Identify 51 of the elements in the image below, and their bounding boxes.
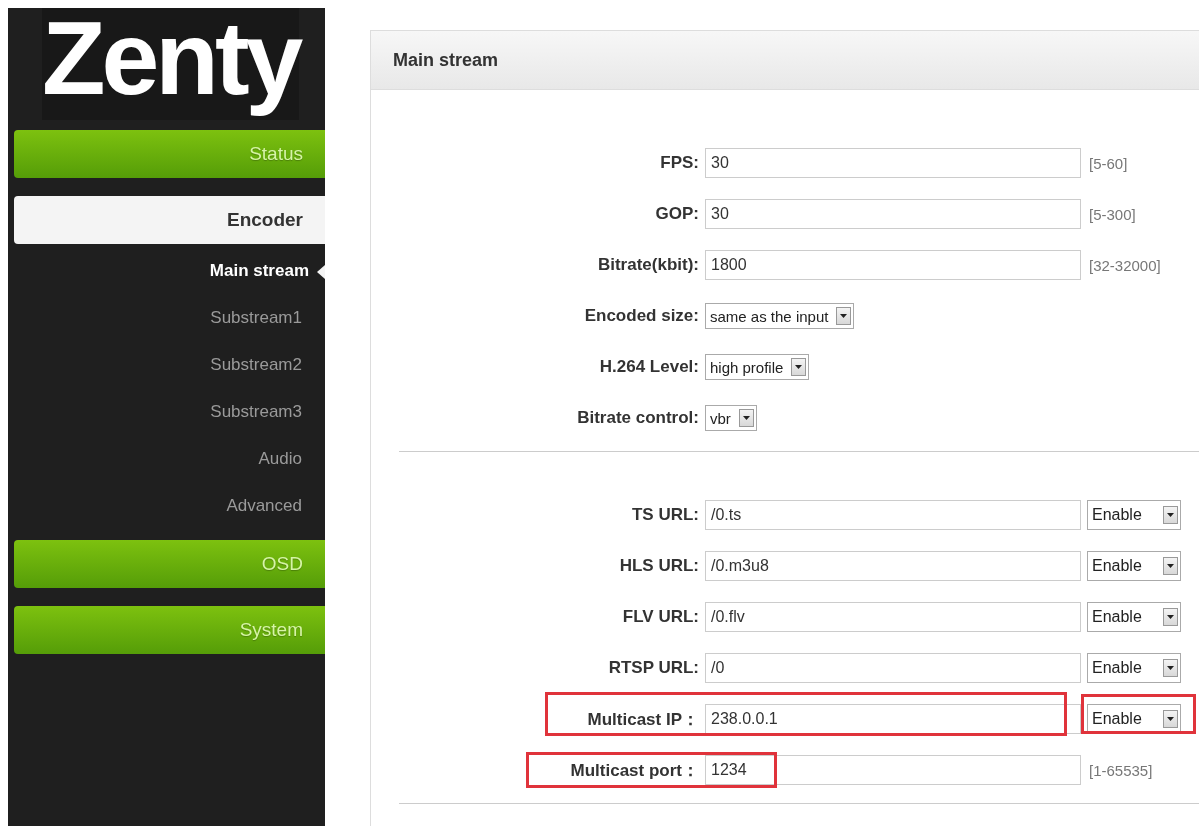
dropdown[interactable]: high profile — [705, 354, 810, 380]
dropdown[interactable]: Enable — [1087, 551, 1181, 581]
dropdown[interactable]: same as the input — [705, 303, 855, 329]
input-field[interactable]: 238.0.0.1 — [705, 704, 1081, 734]
caret-icon — [1163, 608, 1178, 626]
input-field[interactable]: 30 — [705, 199, 1081, 229]
logo: Zenty — [42, 8, 299, 120]
range-hint: [5-300] — [1089, 205, 1136, 223]
dropdown[interactable]: Enable — [1087, 602, 1181, 632]
field-label: TS URL: — [630, 505, 700, 525]
field-label: Multicast IP： — [586, 708, 700, 731]
caret-icon — [1163, 557, 1178, 575]
field-label: Bitrate(kbit): — [596, 255, 700, 275]
dropdown[interactable]: Enable — [1087, 704, 1181, 734]
input-field[interactable]: /0.m3u8 — [705, 551, 1081, 581]
field-label: Bitrate control: — [576, 408, 700, 428]
range-hint: [32-32000] — [1089, 256, 1161, 274]
nav-item[interactable]: Substream2 — [8, 342, 325, 389]
nav-button[interactable]: Encoder — [14, 196, 325, 244]
caret-icon — [1163, 710, 1178, 728]
caret-icon — [1163, 659, 1178, 677]
pointer-icon — [317, 264, 325, 279]
nav-item[interactable]: Substream1 — [8, 295, 325, 342]
nav-item[interactable]: Substream3 — [8, 389, 325, 436]
range-hint: [5-60] — [1089, 154, 1128, 172]
field-label: RTSP URL: — [607, 658, 700, 678]
caret-icon — [738, 409, 754, 427]
field-label: HLS URL: — [618, 556, 700, 576]
dropdown[interactable]: Enable — [1087, 653, 1181, 683]
dropdown[interactable]: vbr — [705, 405, 757, 431]
field-label: Multicast port： — [569, 759, 700, 782]
field-label: H.264 Level: — [598, 357, 700, 377]
field-label: FPS: — [659, 153, 700, 173]
dropdown[interactable]: Enable — [1087, 500, 1181, 530]
input-field[interactable]: /0.ts — [705, 500, 1081, 530]
nav-item[interactable]: Main stream — [209, 248, 309, 295]
input-field[interactable]: /0.flv — [705, 602, 1081, 632]
panel-title: Main stream — [393, 49, 499, 71]
nav-item[interactable]: Advanced — [8, 483, 325, 530]
range-hint: [1-65535] — [1089, 761, 1153, 779]
caret-icon — [791, 358, 807, 376]
field-label: GOP: — [654, 204, 700, 224]
caret-icon — [836, 307, 852, 325]
input-field[interactable]: 30 — [705, 148, 1081, 178]
field-label: Encoded size: — [583, 306, 700, 326]
field-label: FLV URL: — [621, 607, 700, 627]
input-field[interactable]: 1800 — [705, 250, 1081, 280]
nav-item[interactable]: Audio — [8, 436, 325, 483]
input-field[interactable]: /0 — [705, 653, 1081, 683]
caret-icon — [1163, 506, 1178, 524]
input-field[interactable]: 1234 — [705, 755, 1081, 785]
